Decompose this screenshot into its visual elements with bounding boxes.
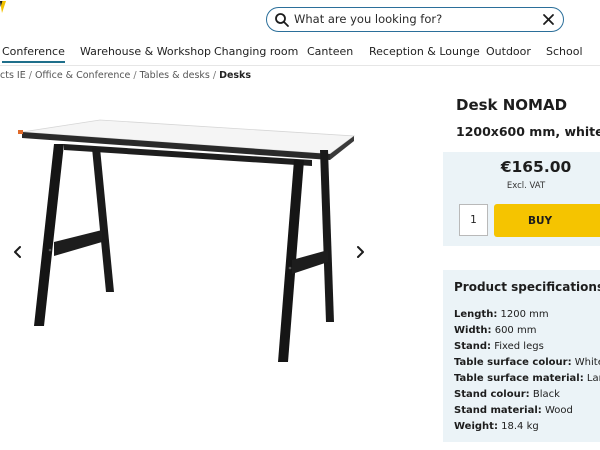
chevron-left-icon[interactable] xyxy=(11,244,25,258)
search-input[interactable] xyxy=(294,10,534,28)
breadcrumb-current: Desks xyxy=(219,70,252,81)
spec-row-weight: Weight: 18.4 kg xyxy=(454,419,600,435)
product-price: €165.00 xyxy=(500,158,572,176)
nav-item-changing-room[interactable]: Changing room xyxy=(214,45,298,58)
nav-item-school[interactable]: School xyxy=(546,45,583,58)
spec-key: Weight: xyxy=(454,421,498,432)
category-nav: Conference Warehouse & Workshop Changing… xyxy=(0,45,600,65)
spec-key: Stand colour: xyxy=(454,389,530,400)
spec-value: 18.4 kg xyxy=(501,421,539,432)
nav-divider xyxy=(0,65,600,66)
spec-row-surface-colour: Table surface colour: White xyxy=(454,355,600,371)
spec-row-surface-material: Table surface material: Lamina xyxy=(454,371,600,387)
breadcrumb-separator: / xyxy=(212,70,217,81)
nav-item-conference[interactable]: Conference xyxy=(2,45,65,63)
spec-value: 600 mm xyxy=(494,325,537,336)
chevron-right-icon[interactable] xyxy=(353,244,367,258)
spec-row-stand: Stand: Fixed legs xyxy=(454,339,600,355)
breadcrumb-separator: / xyxy=(133,70,137,81)
spec-key: Table surface material: xyxy=(454,373,584,384)
spec-key: Length: xyxy=(454,309,498,320)
product-image[interactable] xyxy=(16,114,360,368)
spec-row-stand-colour: Stand colour: Black xyxy=(454,387,600,403)
close-icon[interactable] xyxy=(541,12,556,27)
buy-button[interactable]: BUY xyxy=(494,204,600,237)
spec-list: Length: 1200 mm Width: 600 mm Stand: Fix… xyxy=(454,307,600,435)
breadcrumb-separator: / xyxy=(28,70,32,81)
search-bar[interactable] xyxy=(266,7,564,32)
vat-note: Excl. VAT xyxy=(506,181,546,191)
purchase-panel: €165.00 Excl. VAT BUY xyxy=(443,152,600,246)
product-specifications: Product specifications Length: 1200 mm W… xyxy=(443,270,600,442)
nav-item-canteen[interactable]: Canteen xyxy=(307,45,353,58)
spec-row-width: Width: 600 mm xyxy=(454,323,600,339)
spec-row-length: Length: 1200 mm xyxy=(454,307,600,323)
brand-logo[interactable] xyxy=(0,0,6,14)
breadcrumb-link-products[interactable]: cts IE xyxy=(0,70,26,81)
spec-key: Stand material: xyxy=(454,405,542,416)
spec-value: Black xyxy=(532,389,560,400)
nav-item-reception-lounge[interactable]: Reception & Lounge xyxy=(369,45,480,58)
breadcrumb-link-office-conference[interactable]: Office & Conference xyxy=(35,70,130,81)
spec-key: Table surface colour: xyxy=(454,357,572,368)
quantity-field[interactable] xyxy=(459,204,488,236)
spec-key: Width: xyxy=(454,325,492,336)
spec-value: 1200 mm xyxy=(500,309,549,320)
nav-item-warehouse-workshop[interactable]: Warehouse & Workshop xyxy=(80,45,211,58)
search-icon[interactable] xyxy=(274,12,290,28)
spec-value: Fixed legs xyxy=(494,341,544,352)
spec-value: Lamina xyxy=(586,373,600,384)
spec-value: White xyxy=(574,357,600,368)
breadcrumb-link-tables-desks[interactable]: Tables & desks xyxy=(140,70,210,81)
spec-key: Stand: xyxy=(454,341,492,352)
product-title: Desk NOMAD xyxy=(456,96,568,114)
specs-heading: Product specifications xyxy=(454,280,600,294)
spec-value: Wood xyxy=(544,405,573,416)
product-subtitle: 1200x600 mm, white, bl xyxy=(456,124,600,139)
spec-row-stand-material: Stand material: Wood xyxy=(454,403,600,419)
breadcrumb: cts IE / Office & Conference / Tables & desk… xyxy=(0,70,251,81)
nav-item-outdoor[interactable]: Outdoor xyxy=(486,45,531,58)
